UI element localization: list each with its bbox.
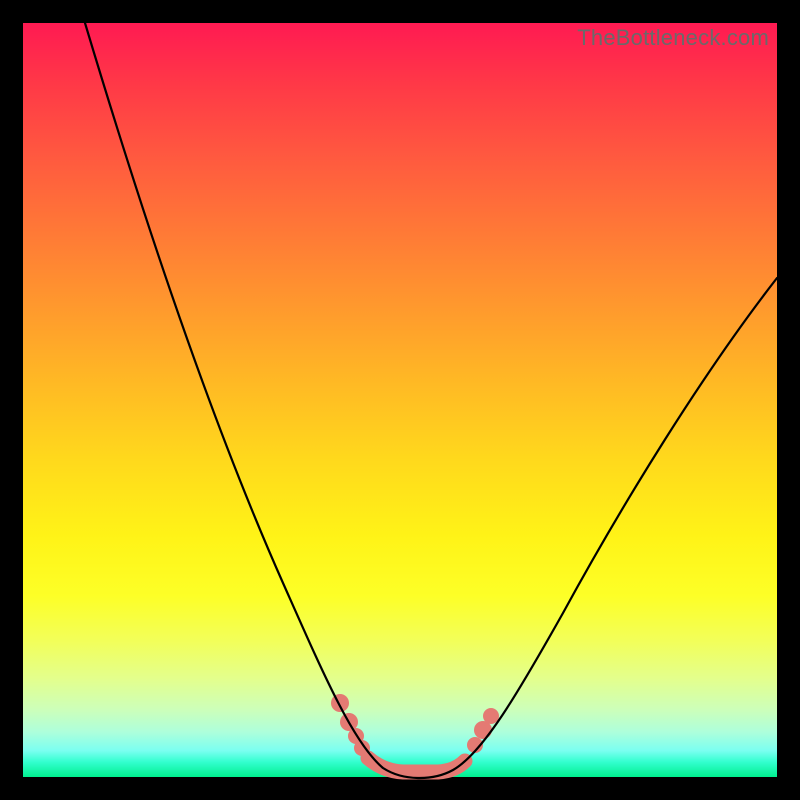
trough-dot [483, 708, 499, 724]
trough-bottom [368, 758, 465, 772]
bottleneck-curve [85, 23, 777, 778]
chart-frame: TheBottleneck.com [23, 23, 777, 777]
trough-dot [331, 694, 349, 712]
chart-svg [23, 23, 777, 777]
